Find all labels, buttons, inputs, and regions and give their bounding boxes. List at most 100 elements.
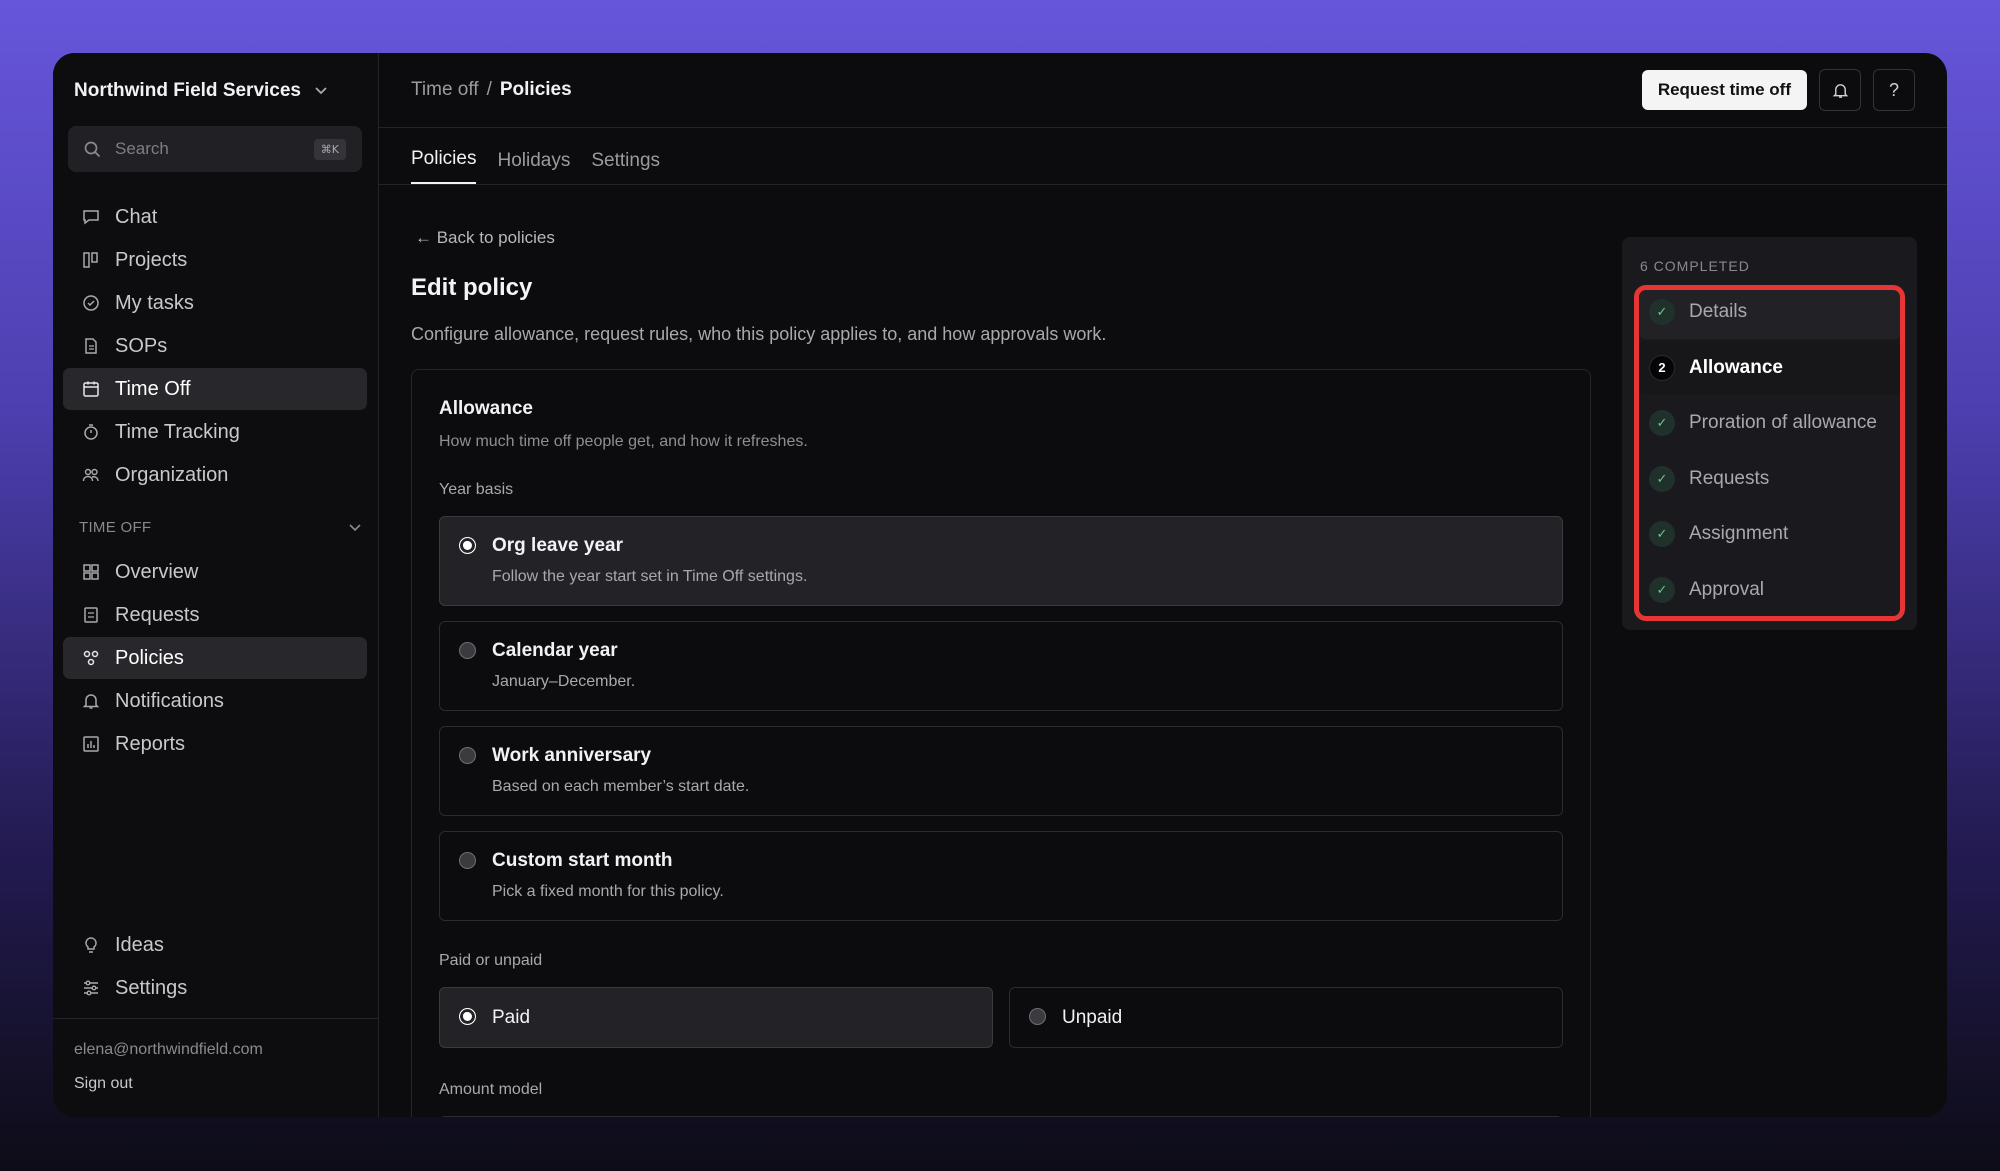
step-label: Proration of allowance: [1689, 412, 1877, 433]
option-title: Custom start month: [492, 850, 673, 871]
sidebar-footer: elena@northwindfield.com Sign out: [53, 1018, 378, 1115]
people-icon: [81, 465, 101, 485]
search-icon: [84, 141, 101, 157]
breadcrumb-parent[interactable]: Time off: [411, 79, 479, 101]
notifications-button[interactable]: [1819, 69, 1861, 111]
step-proration[interactable]: ✓ Proration of allowance: [1639, 396, 1901, 450]
nav-item-my-tasks[interactable]: My tasks: [63, 282, 367, 324]
time-off-nav: Overview Requests Policies Notifications…: [63, 551, 367, 766]
section-toggle-time-off[interactable]: TIME OFF: [79, 519, 361, 536]
option-description: Follow the year start set in Time Off se…: [492, 568, 808, 585]
paid-label: Paid or unpaid: [439, 952, 543, 969]
tab-holidays[interactable]: Holidays: [497, 150, 570, 184]
nav-item-label: Organization: [115, 463, 229, 486]
amount-model-option[interactable]: [439, 1116, 1563, 1117]
tab-policies[interactable]: Policies: [411, 148, 477, 184]
bell-icon: [1832, 83, 1848, 98]
bottom-nav: Ideas Settings: [63, 924, 367, 1010]
step-label: Allowance: [1689, 356, 1783, 378]
step-allowance[interactable]: 2 Allowance: [1639, 340, 1901, 395]
org-switcher[interactable]: Northwind Field Services: [74, 80, 327, 102]
option-title: Work anniversary: [492, 745, 652, 766]
document-icon: [81, 336, 101, 356]
nav-item-policies[interactable]: Policies: [63, 637, 367, 679]
nav-item-chat[interactable]: Chat: [63, 196, 367, 238]
allowance-card: Allowance How much time off people get, …: [411, 369, 1591, 1117]
request-time-off-button[interactable]: Request time off: [1641, 70, 1807, 110]
nav-item-overview[interactable]: Overview: [63, 551, 367, 593]
option-description: Based on each member’s start date.: [492, 778, 750, 795]
step-details[interactable]: ✓ Details: [1639, 285, 1901, 339]
chat-icon: [81, 207, 101, 227]
search-input[interactable]: Search ⌘K: [68, 126, 362, 172]
chevron-down-icon: [315, 87, 327, 95]
org-name: Northwind Field Services: [74, 80, 301, 101]
calendar-icon: [81, 379, 101, 399]
option-work-anniversary[interactable]: Work anniversary Based on each member’s …: [439, 726, 1563, 816]
step-requests[interactable]: ✓ Requests: [1639, 452, 1901, 506]
shortcut-badge: ⌘K: [313, 138, 346, 160]
nav-item-organization[interactable]: Organization: [63, 454, 367, 496]
radio[interactable]: [459, 852, 476, 869]
check-icon: ✓: [1649, 410, 1675, 436]
tab-settings[interactable]: Settings: [591, 150, 660, 184]
sign-out-link[interactable]: Sign out: [74, 1075, 357, 1093]
radio[interactable]: [459, 642, 476, 659]
policies-icon: [81, 648, 101, 668]
bell-icon: [81, 691, 101, 711]
nav-item-time-off[interactable]: Time Off: [63, 368, 367, 410]
nav-item-notifications[interactable]: Notifications: [63, 680, 367, 722]
step-label: Requests: [1689, 467, 1770, 489]
option-calendar-year[interactable]: Calendar year January–December.: [439, 621, 1563, 711]
nav-item-label: SOPs: [115, 334, 168, 357]
page-description: Configure allowance, request rules, who …: [411, 324, 1107, 344]
step-assignment[interactable]: ✓ Assignment: [1639, 507, 1901, 561]
nav-item-label: Settings: [115, 976, 188, 999]
nav-item-label: My tasks: [115, 291, 194, 314]
option-org-leave-year[interactable]: Org leave year Follow the year start set…: [439, 516, 1563, 606]
option-title: Paid: [492, 1006, 531, 1028]
nav-item-ideas[interactable]: Ideas: [63, 924, 367, 966]
radio-selected[interactable]: [459, 537, 476, 554]
sidebar: Northwind Field Services Search ⌘K Chat …: [53, 53, 379, 1117]
option-description: Pick a fixed month for this policy.: [492, 883, 724, 900]
nav-item-reports[interactable]: Reports: [63, 723, 367, 765]
option-description: January–December.: [492, 673, 636, 690]
nav-item-sops[interactable]: SOPs: [63, 325, 367, 367]
check-icon: ✓: [1649, 576, 1675, 603]
nav-item-projects[interactable]: Projects: [63, 239, 367, 281]
nav-item-label: Overview: [115, 560, 199, 583]
option-paid[interactable]: Paid: [439, 987, 993, 1048]
nav-item-requests[interactable]: Requests: [63, 594, 367, 636]
chevron-down-icon: [349, 523, 361, 531]
section-subtitle: How much time off people get, and how it…: [439, 433, 808, 450]
nav-item-time-tracking[interactable]: Time Tracking: [63, 411, 367, 453]
nav-item-label: Chat: [115, 205, 158, 228]
option-custom-start-month[interactable]: Custom start month Pick a fixed month fo…: [439, 831, 1563, 921]
main-nav: Chat Projects My tasks SOPs Time Off Tim…: [63, 196, 367, 497]
lightbulb-icon: [81, 935, 101, 955]
breadcrumb-current: Policies: [499, 79, 572, 100]
radio[interactable]: [459, 747, 476, 764]
step-label: Assignment: [1689, 523, 1789, 544]
nav-item-settings[interactable]: Settings: [63, 967, 367, 1009]
nav-item-label: Policies: [115, 646, 184, 669]
tasks-icon: [81, 293, 101, 313]
check-icon: ✓: [1649, 465, 1675, 492]
back-to-policies-link[interactable]: ← Back to policies: [415, 228, 1591, 248]
step-label: Details: [1689, 301, 1748, 322]
page-title: Edit policy: [411, 274, 533, 301]
projects-icon: [81, 250, 101, 270]
nav-item-label: Reports: [115, 732, 186, 755]
section-title: Allowance: [439, 398, 533, 419]
step-approval[interactable]: ✓ Approval: [1639, 563, 1901, 617]
stopwatch-icon: [81, 422, 101, 442]
option-title: Unpaid: [1062, 1006, 1123, 1028]
radio-selected[interactable]: [459, 1008, 476, 1025]
breadcrumb: Time off / Policies: [411, 79, 572, 101]
radio[interactable]: [1029, 1008, 1046, 1025]
option-unpaid[interactable]: Unpaid: [1009, 987, 1563, 1048]
tab-bar: Policies Holidays Settings: [379, 128, 1947, 185]
option-title: Org leave year: [492, 535, 623, 556]
help-button[interactable]: ?: [1873, 69, 1915, 111]
